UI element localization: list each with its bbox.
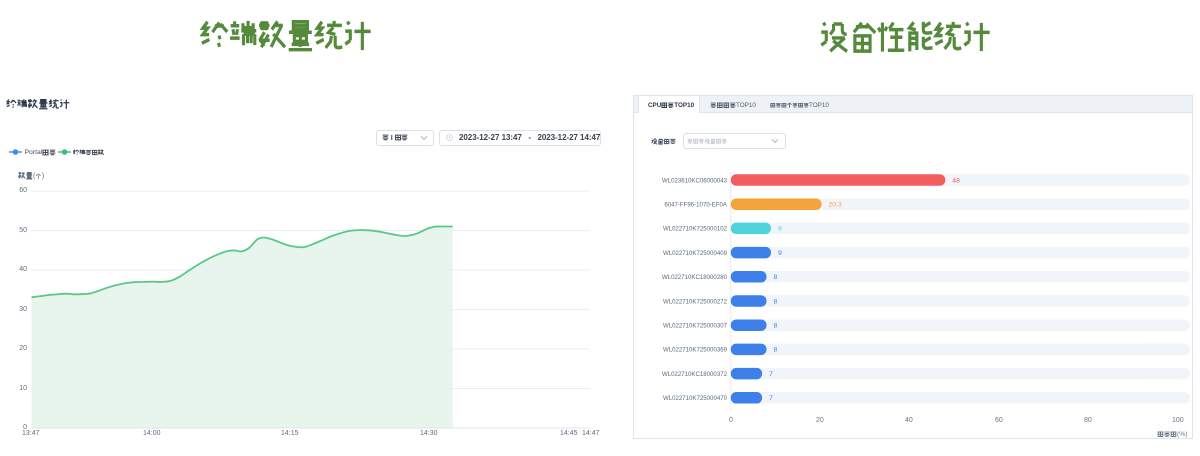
svg-text:WL022710K725000307: WL022710K725000307 <box>663 323 728 330</box>
svg-text:9: 9 <box>778 226 782 233</box>
svg-text:WL022710K725000470: WL022710K725000470 <box>663 395 728 402</box>
svg-text:7: 7 <box>769 395 773 402</box>
svg-text:WL022710K725000272: WL022710K725000272 <box>663 298 728 305</box>
svg-text:7: 7 <box>769 371 773 378</box>
svg-text:WL023610KC06000043: WL023610KC06000043 <box>662 177 728 184</box>
svg-text:8: 8 <box>774 298 778 305</box>
svg-text:WL022710K725000102: WL022710K725000102 <box>663 226 728 233</box>
svg-text:9: 9 <box>778 250 782 257</box>
svg-text:6047-FF96-1070-EF0A: 6047-FF96-1070-EF0A <box>664 202 728 209</box>
svg-text:WL022710KC18000372: WL022710KC18000372 <box>662 371 728 378</box>
svg-text:20.3: 20.3 <box>829 202 842 209</box>
svg-text:WL022710KC18000280: WL022710KC18000280 <box>662 274 728 281</box>
svg-text:8: 8 <box>774 347 778 354</box>
svg-text:8: 8 <box>774 274 778 281</box>
svg-text:48: 48 <box>952 177 960 184</box>
svg-text:WL022710K725000409: WL022710K725000409 <box>663 250 728 257</box>
svg-text:WL022710K725000369: WL022710K725000369 <box>663 347 728 354</box>
svg-text:8: 8 <box>774 323 778 330</box>
